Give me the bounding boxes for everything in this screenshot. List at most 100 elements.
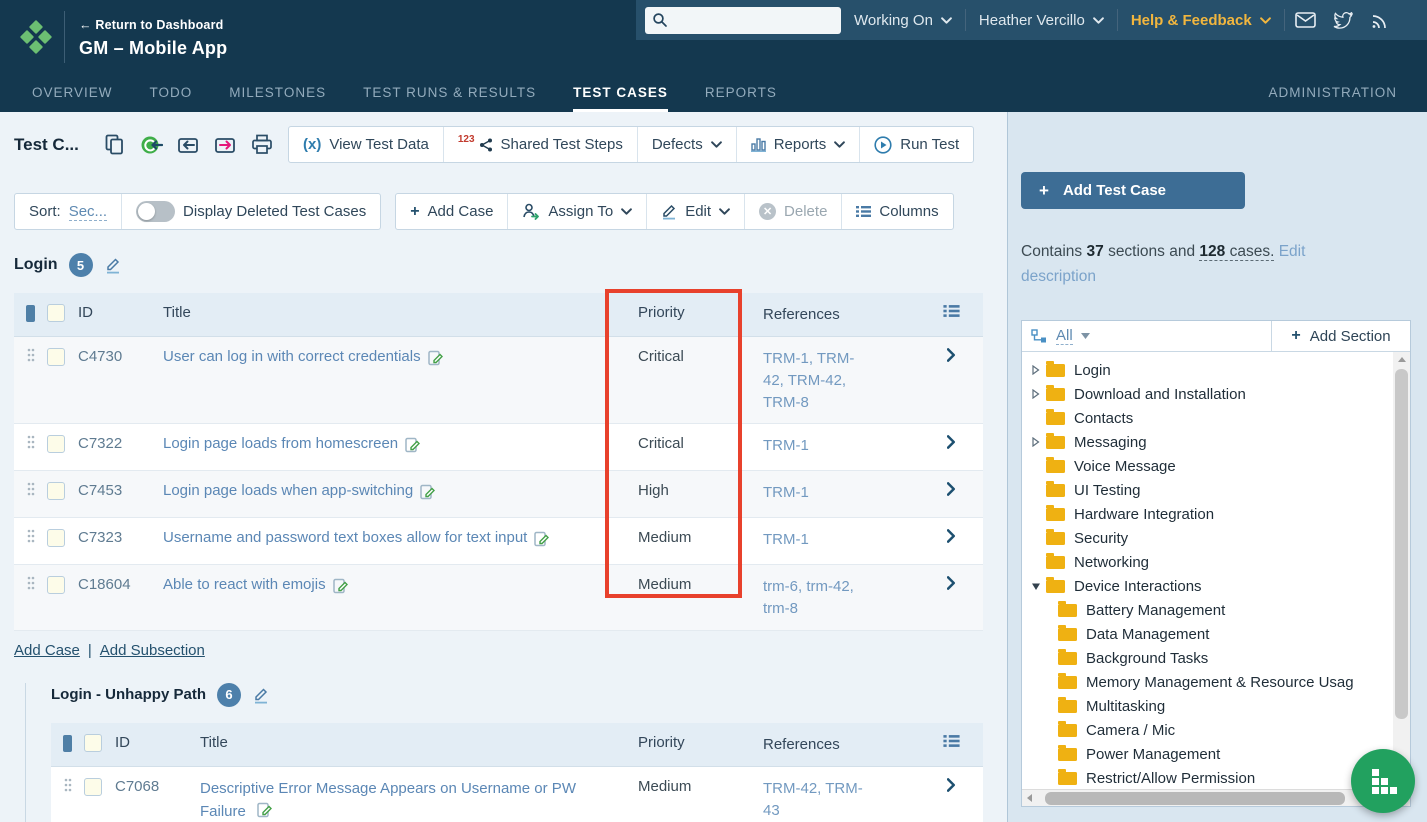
- tab-reports[interactable]: REPORTS: [705, 74, 777, 112]
- tree-item-data-management[interactable]: Data Management: [1027, 622, 1393, 646]
- edit-case-icon[interactable]: [332, 578, 348, 594]
- expander-collapsed-icon[interactable]: [1031, 365, 1040, 376]
- case-references-link[interactable]: trm-6, trm-42, trm-8: [763, 578, 854, 617]
- select-all-checkbox[interactable]: [47, 304, 65, 322]
- drag-handle-icon[interactable]: [27, 529, 35, 543]
- twitter-icon[interactable]: [1333, 11, 1353, 29]
- table-row[interactable]: C7322 Login page loads from homescreen C…: [14, 424, 983, 472]
- add-subsection-link[interactable]: Add Subsection: [100, 642, 205, 659]
- case-references-link[interactable]: TRM-42, TRM-43: [763, 780, 863, 819]
- shared-test-steps-button[interactable]: 123 Shared Test Steps: [442, 127, 637, 162]
- drag-handle-icon[interactable]: [27, 482, 35, 496]
- open-case-chevron-icon[interactable]: [947, 435, 956, 450]
- tree-item-security[interactable]: Security: [1027, 526, 1393, 550]
- open-case-chevron-icon[interactable]: [947, 576, 956, 591]
- sort-value-link[interactable]: Sec...: [68, 203, 108, 221]
- row-checkbox[interactable]: [47, 348, 65, 366]
- scrollbar-thumb[interactable]: [1395, 369, 1408, 720]
- case-title-link[interactable]: Able to react with emojis: [163, 576, 326, 593]
- add-test-case-button[interactable]: + Add Test Case: [1021, 172, 1245, 209]
- delete-button[interactable]: ✕ Delete: [744, 194, 841, 229]
- select-column-icon[interactable]: [26, 305, 35, 322]
- add-case-link[interactable]: Add Case: [14, 642, 80, 659]
- tree-item-background-tasks[interactable]: Background Tasks: [1027, 646, 1393, 670]
- tab-milestones[interactable]: MILESTONES: [229, 74, 326, 112]
- tree-item-restrict-allow-permission[interactable]: Restrict/Allow Permission: [1027, 766, 1393, 789]
- tree-item-memory-management[interactable]: Memory Management & Resource Usag: [1027, 670, 1393, 694]
- row-checkbox[interactable]: [47, 482, 65, 501]
- display-deleted-toggle[interactable]: [136, 201, 176, 222]
- select-column-icon[interactable]: [63, 734, 72, 752]
- case-title-link[interactable]: User can log in with correct credentials: [163, 348, 421, 365]
- case-references-link[interactable]: TRM-1: [763, 437, 809, 454]
- tree-item-camera-mic[interactable]: Camera / Mic: [1027, 718, 1393, 742]
- add-section-button[interactable]: + Add Section: [1271, 321, 1410, 352]
- rss-icon[interactable]: [1370, 12, 1388, 28]
- tree-item-networking[interactable]: Networking: [1027, 550, 1393, 574]
- expander-expanded-icon[interactable]: [1031, 582, 1041, 591]
- sort-control[interactable]: Sort: Sec...: [15, 194, 121, 229]
- tree-item-power-management[interactable]: Power Management: [1027, 742, 1393, 766]
- mail-icon[interactable]: [1294, 12, 1316, 28]
- table-row[interactable]: C7068 Descriptive Error Message Appears …: [51, 766, 983, 822]
- tab-administration[interactable]: ADMINISTRATION: [1269, 74, 1398, 112]
- tree-item-battery-management[interactable]: Battery Management: [1027, 598, 1393, 622]
- tree-item-download-installation[interactable]: Download and Installation: [1027, 382, 1393, 406]
- case-references-link[interactable]: TRM-1, TRM-42, TRM-42, TRM-8: [763, 350, 854, 411]
- return-to-dashboard-link[interactable]: ← Return to Dashboard: [79, 18, 227, 32]
- tab-overview[interactable]: OVERVIEW: [32, 74, 113, 112]
- tab-todo[interactable]: TODO: [150, 74, 193, 112]
- user-menu[interactable]: Heather Vercillo: [979, 12, 1104, 29]
- columns-button[interactable]: Columns: [841, 194, 952, 229]
- edit-case-icon[interactable]: [257, 802, 273, 818]
- drag-handle-icon[interactable]: [27, 348, 35, 362]
- search-box[interactable]: [645, 6, 849, 34]
- edit-dropdown[interactable]: Edit: [646, 194, 744, 229]
- edit-case-icon[interactable]: [405, 437, 421, 453]
- table-row[interactable]: C18604 Able to react with emojis Medium …: [14, 565, 983, 631]
- edit-section-icon[interactable]: [252, 686, 269, 704]
- quick-actions-fab[interactable]: [1351, 749, 1415, 813]
- tree-item-hardware-integration[interactable]: Hardware Integration: [1027, 502, 1393, 526]
- drag-handle-icon[interactable]: [27, 576, 35, 590]
- tab-test-runs-results[interactable]: TEST RUNS & RESULTS: [363, 74, 536, 112]
- case-title-link[interactable]: Username and password text boxes allow f…: [163, 529, 527, 546]
- row-checkbox[interactable]: [47, 576, 65, 595]
- assign-to-dropdown[interactable]: Assign To: [507, 194, 646, 229]
- scroll-left-arrow[interactable]: [1022, 794, 1037, 802]
- print-icon[interactable]: [250, 133, 274, 157]
- configure-columns-icon[interactable]: [943, 304, 960, 318]
- open-case-chevron-icon[interactable]: [947, 482, 956, 497]
- expander-collapsed-icon[interactable]: [1031, 389, 1040, 400]
- table-row[interactable]: C4730 User can log in with correct crede…: [14, 337, 983, 425]
- case-references-link[interactable]: TRM-1: [763, 531, 809, 548]
- drag-handle-icon[interactable]: [64, 778, 72, 792]
- add-case-button[interactable]: + Add Case: [396, 194, 507, 229]
- search-input[interactable]: [668, 12, 849, 28]
- tree-horizontal-scrollbar[interactable]: [1022, 789, 1410, 807]
- edit-section-icon[interactable]: [104, 256, 121, 274]
- select-all-checkbox[interactable]: [84, 733, 102, 752]
- case-title-link[interactable]: Login page loads when app-switching: [163, 482, 413, 499]
- tree-item-contacts[interactable]: Contacts: [1027, 406, 1393, 430]
- defects-dropdown[interactable]: Defects: [636, 127, 736, 162]
- row-checkbox[interactable]: [47, 435, 65, 454]
- tree-item-ui-testing[interactable]: UI Testing: [1027, 478, 1393, 502]
- row-checkbox[interactable]: [47, 529, 65, 548]
- tree-item-messaging[interactable]: Messaging: [1027, 430, 1393, 454]
- edit-case-icon[interactable]: [420, 484, 436, 500]
- row-checkbox[interactable]: [84, 777, 102, 796]
- edit-case-icon[interactable]: [534, 531, 550, 547]
- copy-icon[interactable]: [102, 133, 126, 157]
- configure-columns-icon[interactable]: [943, 734, 960, 748]
- tree-item-multitasking[interactable]: Multitasking: [1027, 694, 1393, 718]
- edit-case-icon[interactable]: [427, 350, 443, 366]
- help-feedback-menu[interactable]: Help & Feedback: [1131, 12, 1271, 29]
- run-test-button[interactable]: Run Test: [859, 127, 973, 162]
- open-case-chevron-icon[interactable]: [947, 529, 956, 544]
- export-icon[interactable]: [213, 133, 237, 157]
- table-row[interactable]: C7323 Username and password text boxes a…: [14, 518, 983, 566]
- scroll-up-arrow[interactable]: [1393, 352, 1410, 367]
- app-logo-icon[interactable]: [19, 19, 53, 55]
- reports-dropdown[interactable]: Reports: [735, 127, 860, 162]
